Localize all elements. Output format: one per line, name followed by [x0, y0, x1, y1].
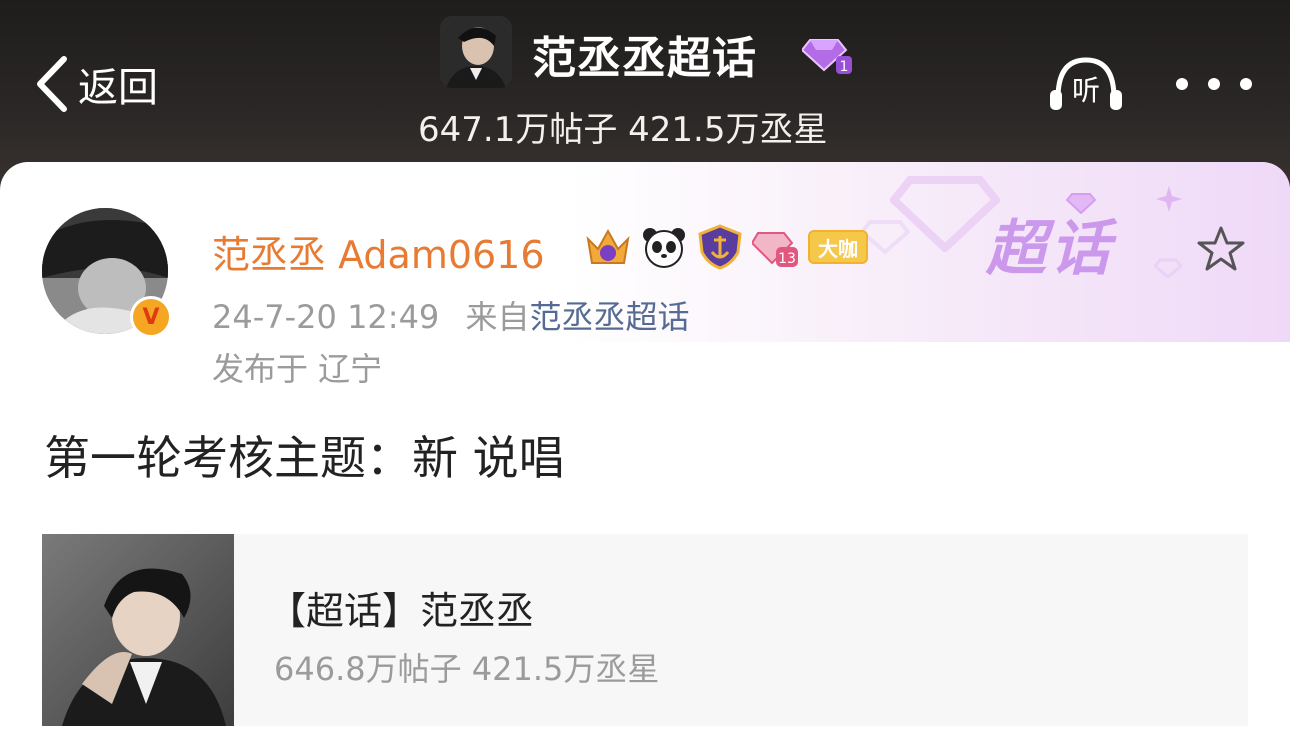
supertopic-title: 【超话】范丞丞 [268, 589, 535, 633]
diamond-icon: 1 [800, 39, 852, 75]
user-badges: 13 大咖 [584, 224, 868, 270]
post-meta: 24-7-20 12:49 来自范丞丞超话 [212, 292, 689, 338]
username[interactable]: 范丞丞 Adam0616 [212, 224, 545, 279]
more-button[interactable] [1176, 62, 1252, 106]
listen-button[interactable]: 听 [1048, 54, 1124, 114]
page: 返回 范丞丞超话 1 647.1万帖子 421.5万丞星 听 超话 V 范丞丞 … [0, 0, 1290, 748]
topic-header[interactable]: 范丞丞超话 1 647.1万帖子 421.5万丞星 [418, 16, 920, 166]
favorite-star-button[interactable] [1196, 224, 1246, 274]
supertopic-link-card[interactable]: 【超话】范丞丞 646.8万帖子 421.5万丞星 [42, 534, 1248, 726]
post-card: 超话 V 范丞丞 Adam0616 13 大咖 24-7-20 12:49 来自… [0, 162, 1290, 748]
more-dot-icon [1176, 78, 1188, 90]
svg-text:13: 13 [778, 251, 796, 267]
crown-badge-icon[interactable] [584, 224, 632, 270]
decorative-diamond-icon [1154, 258, 1182, 278]
anchor-shield-badge-icon[interactable] [696, 224, 744, 270]
headphones-icon: 听 [1050, 57, 1122, 110]
topic-title: 范丞丞超话 [532, 33, 757, 84]
panda-badge-icon[interactable] [640, 224, 688, 270]
supertopic-stats: 646.8万帖子 421.5万丞星 [274, 650, 660, 688]
supertopic-thumbnail [42, 534, 234, 726]
topic-stats: 647.1万帖子 421.5万丞星 [418, 110, 828, 150]
daka-badge[interactable]: 大咖 [808, 230, 868, 264]
supertopic-watermark: 超话 [986, 214, 1114, 284]
from-source-link[interactable]: 范丞丞超话 [529, 298, 689, 336]
more-dot-icon [1240, 78, 1252, 90]
star-icon [1197, 226, 1245, 271]
back-button[interactable]: 返回 [34, 52, 158, 116]
topic-thumbnail [440, 16, 512, 88]
more-dot-icon [1208, 78, 1220, 90]
chevron-left-icon [37, 56, 67, 112]
svg-text:1: 1 [840, 59, 849, 75]
post-text: 第一轮考核主题：新 说唱 [44, 431, 565, 485]
topic-level-badge: 1 [800, 34, 852, 76]
diamond-level-badge-icon[interactable]: 13 [752, 224, 800, 270]
post-location: 发布于 辽宁 [212, 350, 383, 388]
back-label: 返回 [78, 65, 158, 111]
sparkle-icon [1156, 186, 1182, 212]
svg-text:听: 听 [1072, 74, 1100, 107]
from-prefix: 来自 [465, 298, 530, 336]
post-timestamp: 24-7-20 12:49 [212, 298, 440, 336]
verified-badge-icon: V [130, 296, 172, 338]
